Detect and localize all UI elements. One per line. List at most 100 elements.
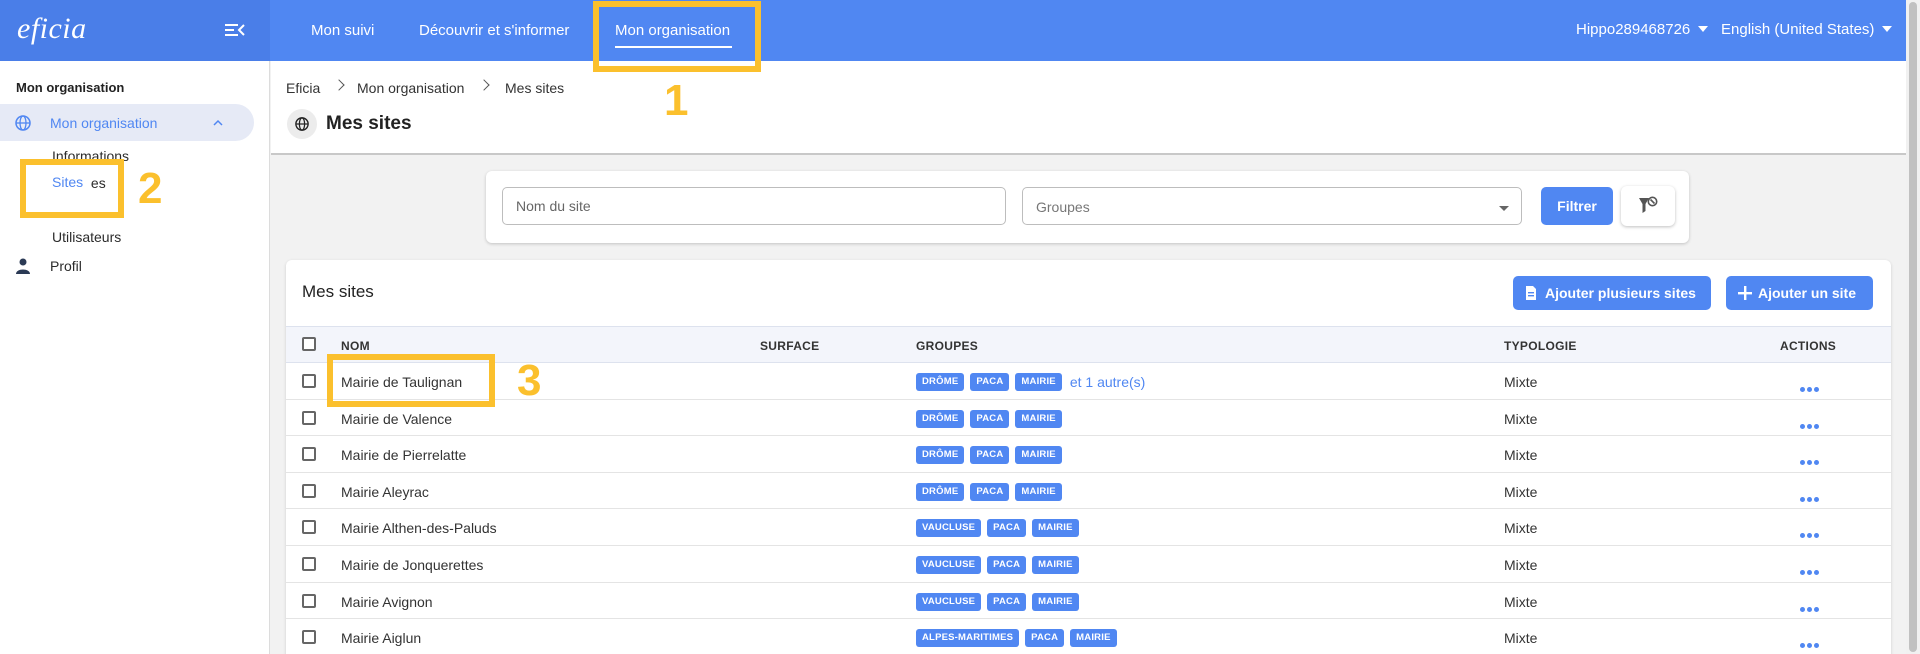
user-menu[interactable]: Hippo289468726 <box>1576 21 1709 38</box>
annotation-number-2: 2 <box>138 164 163 213</box>
more-actions-icon[interactable] <box>1800 416 1821 434</box>
column-header-surface[interactable]: SURFACE <box>760 339 819 353</box>
row-checkbox[interactable] <box>302 557 316 571</box>
sidebar-item-mon-organisation[interactable]: Mon organisation <box>0 104 254 141</box>
group-tag: DRÔME <box>916 482 965 501</box>
breadcrumb-eficia[interactable]: Eficia <box>286 80 320 96</box>
sidebar-item-profil[interactable]: Profil <box>16 258 82 279</box>
group-tags: VAUCLUSE PACA MAIRIE <box>916 519 1085 538</box>
site-name[interactable]: Mairie Avignon <box>341 594 433 610</box>
more-groups-link[interactable]: et 1 autre(s) <box>1070 374 1145 390</box>
filter-button[interactable]: Filtrer <box>1541 187 1613 225</box>
more-actions-icon[interactable] <box>1800 562 1821 580</box>
group-tags: DRÔME PACA MAIRIE et 1 autre(s) <box>916 373 1145 391</box>
globe-icon <box>295 117 309 131</box>
column-header-nom[interactable]: NOM <box>341 339 370 353</box>
site-typology: Mixte <box>1504 520 1538 537</box>
dropdown-arrow-icon <box>1499 206 1509 211</box>
group-tag: VAUCLUSE <box>916 519 982 538</box>
site-name[interactable]: Mairie Althen-des-Paluds <box>341 520 497 536</box>
breadcrumb-mes-sites: Mes sites <box>505 80 565 96</box>
breadcrumb-mon-organisation[interactable]: Mon organisation <box>357 80 464 96</box>
table-row[interactable]: Mairie de Jonquerettes VAUCLUSE PACA MAIRIE… <box>286 546 1891 583</box>
group-tags: DRÔME PACA MAIRIE <box>916 446 1068 465</box>
group-tag: MAIRIE <box>1015 373 1062 391</box>
chevron-up-icon[interactable] <box>213 119 223 127</box>
group-tag: MAIRIE <box>1032 519 1079 538</box>
eficia-logo[interactable]: eficia <box>17 12 87 46</box>
more-actions-icon[interactable] <box>1800 379 1821 397</box>
group-tag: DRÔME <box>916 409 965 428</box>
group-tag: PACA <box>970 373 1010 391</box>
sidebar-subitem-utilisateurs[interactable]: Utilisateurs <box>52 229 121 245</box>
row-checkbox[interactable] <box>302 447 316 462</box>
nav-decouvrir[interactable]: Découvrir et s'informer <box>419 22 569 39</box>
sidebar-item-label: Mon organisation <box>50 115 158 131</box>
row-checkbox[interactable] <box>302 630 316 645</box>
site-name[interactable]: Mairie Aleyrac <box>341 484 429 500</box>
table-row[interactable]: Mairie Aiglun ALPES-MARITIMES PACA MAIRIE Mi… <box>286 619 1891 654</box>
more-actions-icon[interactable] <box>1800 599 1821 617</box>
page-header: Eficia Mon organisation Mes sites Mes si… <box>271 61 1906 155</box>
filter-off-icon <box>1639 196 1658 213</box>
sidebar-item-label: Profil <box>50 258 82 274</box>
group-tag: MAIRIE <box>1015 446 1062 465</box>
groups-placeholder: Groupes <box>1036 199 1090 215</box>
scrollbar-thumb[interactable] <box>1909 2 1917 652</box>
annotation-number-3: 3 <box>517 356 542 405</box>
site-typology: Mixte <box>1504 483 1538 500</box>
table-row[interactable]: Mairie de Pierrelatte DRÔME PACA MAIRIE Mixt… <box>286 436 1891 473</box>
column-header-typologie[interactable]: TYPOLOGIE <box>1504 339 1577 353</box>
group-tag: PACA <box>970 409 1010 428</box>
highlight-box-2 <box>20 159 124 218</box>
chevron-down-icon <box>1698 26 1709 32</box>
collapse-menu-icon[interactable] <box>224 21 246 39</box>
row-checkbox[interactable] <box>302 410 316 425</box>
group-tag: PACA <box>987 592 1027 611</box>
breadcrumb-chevron-icon <box>333 79 345 91</box>
nav-mon-suivi[interactable]: Mon suivi <box>311 22 374 39</box>
group-tag: MAIRIE <box>1015 482 1062 501</box>
file-icon <box>1526 286 1536 300</box>
site-name[interactable]: Mairie de Pierrelatte <box>341 447 466 463</box>
sites-card: Mes sites Ajouter plusieurs sites Ajoute… <box>286 260 1891 654</box>
clear-filter-button[interactable] <box>1621 186 1675 226</box>
group-tag: ALPES-MARITIMES <box>916 629 1020 648</box>
sidebar-section-title: Mon organisation <box>16 80 125 95</box>
row-checkbox[interactable] <box>302 520 316 535</box>
page-scrollbar[interactable] <box>1906 0 1920 654</box>
highlight-box-3 <box>327 354 495 407</box>
annotation-number-1: 1 <box>664 76 689 125</box>
row-checkbox[interactable] <box>302 483 316 498</box>
row-checkbox[interactable] <box>302 593 316 608</box>
group-tag: DRÔME <box>916 446 965 465</box>
more-actions-icon[interactable] <box>1800 525 1821 543</box>
row-checkbox[interactable] <box>302 374 316 388</box>
table-row[interactable]: Mairie Avignon VAUCLUSE PACA MAIRIE Mixte <box>286 583 1891 620</box>
site-name[interactable]: Mairie de Jonquerettes <box>341 557 483 573</box>
group-tag: PACA <box>970 482 1010 501</box>
table-row[interactable]: Mairie Althen-des-Paluds VAUCLUSE PACA MAIR… <box>286 509 1891 546</box>
site-name[interactable]: Mairie de Valence <box>341 411 452 427</box>
column-header-groupes: GROUPES <box>916 339 979 353</box>
groups-select[interactable]: Groupes <box>1022 187 1522 225</box>
card-title: Mes sites <box>302 282 374 301</box>
group-tag: PACA <box>987 519 1027 538</box>
globe-icon <box>15 115 31 131</box>
group-tags: DRÔME PACA MAIRIE <box>916 409 1068 428</box>
more-actions-icon[interactable] <box>1800 452 1821 470</box>
add-multiple-sites-button[interactable]: Ajouter plusieurs sites <box>1513 276 1711 310</box>
table-row[interactable]: Mairie Aleyrac DRÔME PACA MAIRIE Mixte <box>286 473 1891 510</box>
site-typology: Mixte <box>1504 447 1538 464</box>
top-bar: eficia Mon suivi Découvrir et s'informer… <box>0 0 1906 61</box>
group-tag: DRÔME <box>916 373 965 391</box>
add-site-button[interactable]: Ajouter un site <box>1726 276 1873 310</box>
site-name-input[interactable] <box>502 187 1006 225</box>
more-actions-icon[interactable] <box>1800 635 1821 653</box>
highlight-box-1 <box>593 1 761 72</box>
more-actions-icon[interactable] <box>1800 489 1821 507</box>
group-tag: PACA <box>970 446 1010 465</box>
language-menu[interactable]: English (United States) <box>1721 21 1893 38</box>
select-all-checkbox[interactable] <box>302 337 316 351</box>
site-name[interactable]: Mairie Aiglun <box>341 630 421 646</box>
